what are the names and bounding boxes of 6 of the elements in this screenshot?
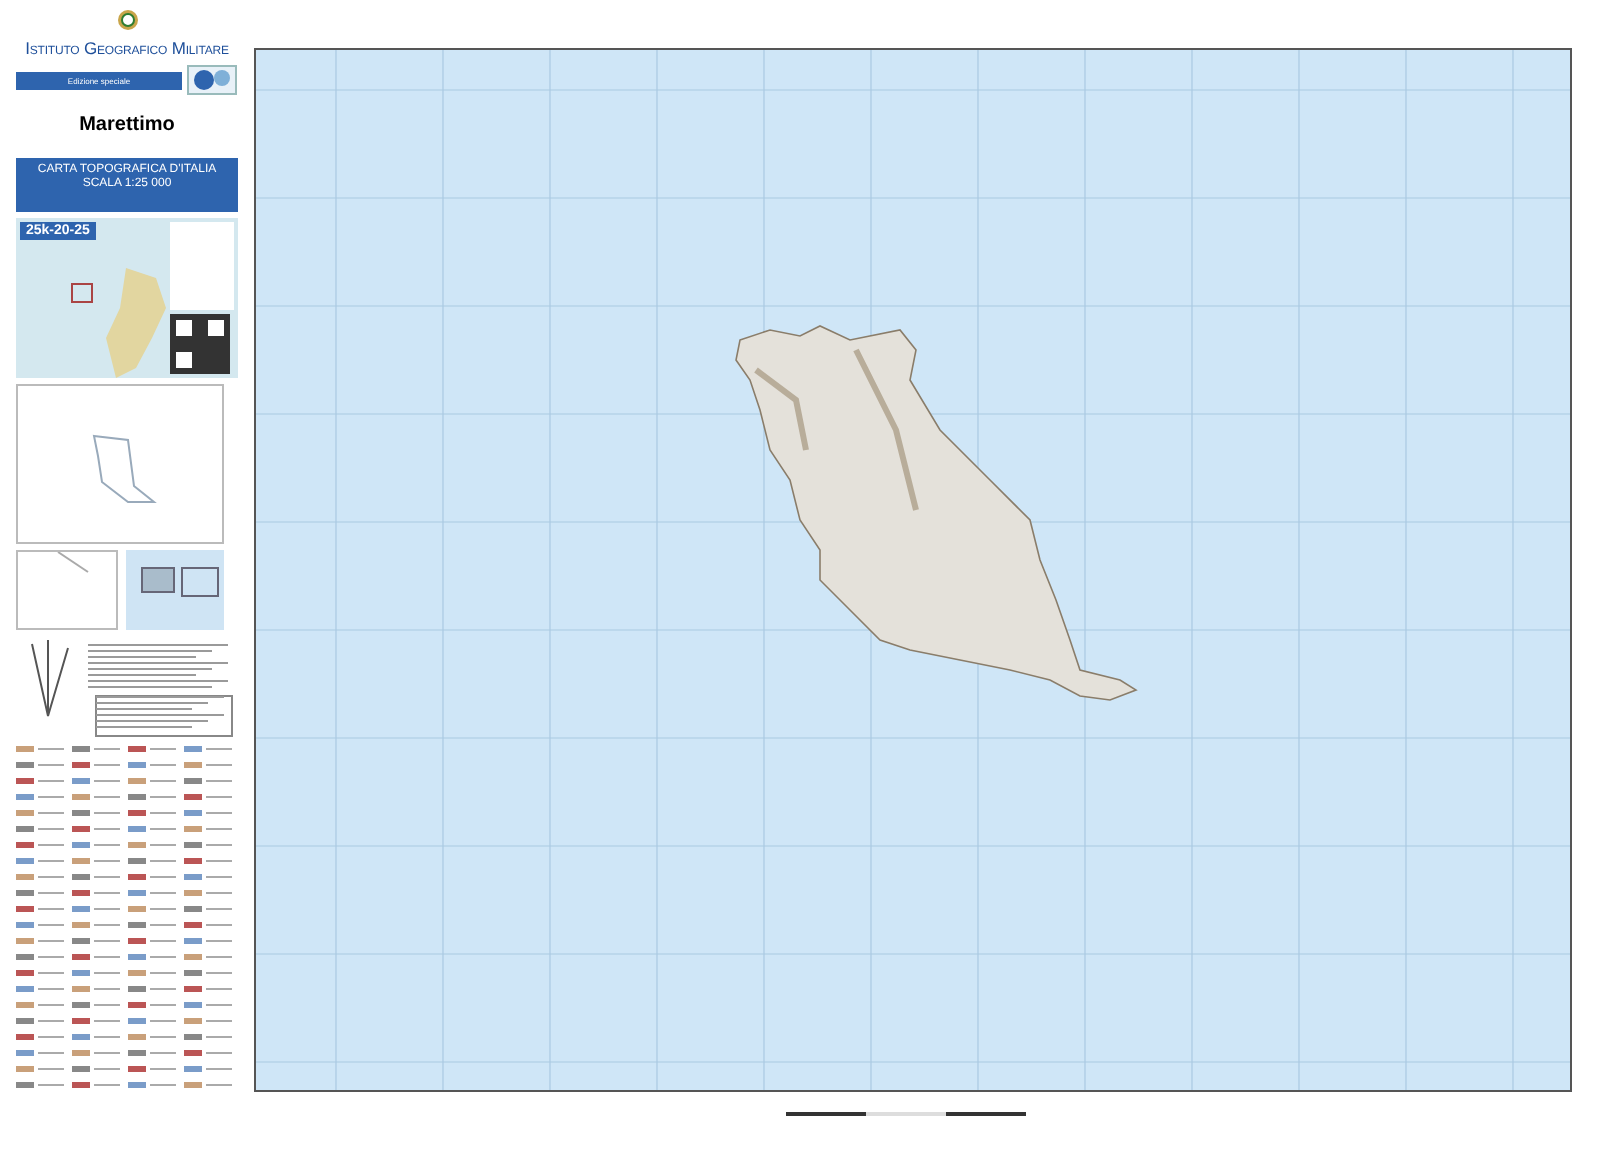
emblem-icon <box>113 8 141 32</box>
anniversary-logo-icon <box>186 64 238 96</box>
adjacent-sheets-diagram <box>126 549 224 630</box>
sheet-title: Marettimo <box>77 114 177 136</box>
declination-diagram <box>16 549 118 630</box>
institute-name: Istituto Geografico Militare <box>23 38 231 58</box>
